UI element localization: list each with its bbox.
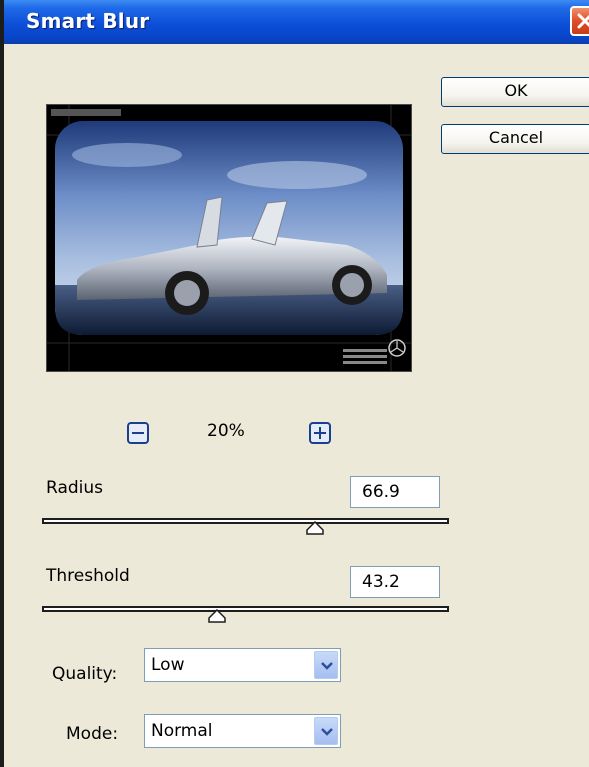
threshold-slider-thumb[interactable] bbox=[208, 609, 226, 623]
mode-dropdown-button[interactable] bbox=[314, 717, 338, 745]
preview-image[interactable] bbox=[46, 104, 412, 372]
minus-icon bbox=[132, 432, 144, 434]
car-preview-picture bbox=[47, 105, 411, 371]
radius-label: Radius bbox=[46, 478, 104, 498]
close-icon bbox=[577, 13, 589, 29]
threshold-label: Threshold bbox=[46, 566, 130, 586]
quality-dropdown[interactable]: Low bbox=[144, 648, 341, 682]
radius-slider[interactable] bbox=[42, 518, 449, 524]
title-bar[interactable]: Smart Blur bbox=[4, 0, 589, 44]
mode-selected-value: Normal bbox=[151, 721, 213, 741]
mode-label: Mode: bbox=[66, 724, 119, 744]
quality-label: Quality: bbox=[52, 664, 118, 684]
window-title: Smart Blur bbox=[26, 9, 150, 33]
plus-icon bbox=[314, 427, 326, 439]
mode-dropdown[interactable]: Normal bbox=[144, 714, 341, 748]
zoom-out-button[interactable] bbox=[127, 422, 149, 444]
quality-selected-value: Low bbox=[151, 655, 185, 675]
radius-input[interactable]: 66.9 bbox=[350, 476, 440, 508]
zoom-in-button[interactable] bbox=[309, 422, 331, 444]
chevron-down-icon bbox=[321, 728, 333, 736]
cancel-button[interactable]: Cancel bbox=[441, 124, 589, 154]
threshold-slider[interactable] bbox=[42, 606, 449, 612]
quality-dropdown-button[interactable] bbox=[314, 651, 338, 679]
close-button[interactable] bbox=[570, 6, 589, 36]
threshold-input[interactable]: 43.2 bbox=[350, 566, 440, 598]
radius-slider-thumb[interactable] bbox=[305, 521, 324, 535]
smart-blur-dialog: Smart Blur OK Cancel 20% Radius 66.9 Thr… bbox=[0, 0, 589, 767]
zoom-level: 20% bbox=[207, 421, 245, 441]
chevron-down-icon bbox=[321, 662, 333, 670]
ok-button[interactable]: OK bbox=[441, 77, 589, 107]
